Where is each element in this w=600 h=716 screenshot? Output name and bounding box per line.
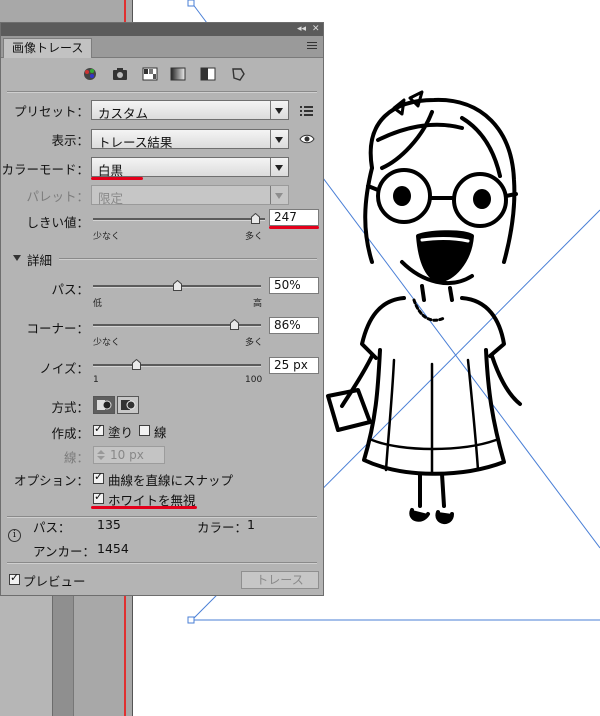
noise-label: ノイズ： (39, 361, 89, 376)
stroke-width-label: 線： (63, 450, 89, 465)
abutting-icon (97, 400, 112, 410)
paths-low-label: 低 (93, 299, 103, 309)
girl-drawing (326, 90, 522, 524)
stat-paths-value: 135 (97, 517, 121, 532)
slider-thumb[interactable] (132, 359, 141, 370)
stat-anchors-value: 1454 (97, 541, 129, 556)
threshold-slider[interactable] (93, 213, 265, 225)
annotation-underline (91, 177, 143, 180)
disclosure-triangle-icon[interactable] (13, 255, 21, 261)
overlapping-icon (121, 400, 136, 410)
corners-input[interactable]: 86% (269, 317, 319, 334)
stepper-arrows-icon[interactable] (96, 449, 106, 461)
divider (7, 562, 317, 564)
slider-thumb[interactable] (230, 319, 239, 330)
stat-colors-label: カラー： (197, 520, 248, 535)
bounding-box-handle (187, 0, 195, 7)
create-label: 作成： (51, 426, 89, 441)
preview-label: プレビュー (23, 574, 86, 589)
camera-icon[interactable] (111, 65, 129, 83)
bounding-box-handle (187, 616, 195, 624)
palette-value: 限定 (98, 191, 124, 206)
panel-menu-icon[interactable] (307, 40, 317, 50)
stroke-width-value: 10 px (110, 448, 144, 462)
outline-icon[interactable] (229, 65, 247, 83)
divider (7, 91, 317, 93)
corners-slider[interactable] (93, 319, 261, 331)
options-label: オプション： (13, 473, 89, 488)
paths-input[interactable]: 50% (269, 277, 319, 294)
tab-image-trace[interactable]: 画像トレース (3, 38, 93, 58)
stroke-width-stepper[interactable]: 10 px (93, 446, 165, 464)
view-dropdown[interactable]: トレース結果 (91, 129, 289, 150)
grayscale-icon[interactable] (169, 65, 187, 83)
trace-button[interactable]: トレース (241, 571, 319, 589)
workspace-strip (0, 596, 52, 716)
paths-slider[interactable] (93, 280, 261, 292)
vertical-scrollbar[interactable] (52, 596, 74, 716)
eye-icon[interactable] (299, 133, 315, 145)
method-label: 方式： (51, 400, 89, 415)
preset-list-icon[interactable] (300, 105, 314, 117)
palette-label: パレット： (26, 189, 89, 204)
collapse-panel-button[interactable]: ◂◂ (297, 23, 306, 36)
noise-slider[interactable] (93, 359, 261, 371)
threshold-input[interactable]: 247 (269, 209, 319, 226)
slider-thumb[interactable] (173, 280, 182, 291)
threshold-low-label: 少なく (93, 232, 121, 242)
corners-label: コーナー： (26, 321, 89, 336)
six-colors-icon[interactable] (141, 65, 159, 83)
stat-paths-label: パス： (33, 520, 71, 535)
paths-high-label: 高 (253, 299, 263, 309)
divider (59, 258, 317, 260)
image-trace-panel: ◂◂ ✕ 画像トレース プリセット： カスタム 表示： トレース結果 カラーモー… (0, 22, 324, 596)
panel-title-bar[interactable]: ◂◂ ✕ (1, 23, 323, 36)
chevron-down-icon (270, 186, 288, 204)
corners-low-label: 少なく (93, 338, 121, 348)
threshold-label: しきい値： (26, 215, 89, 230)
strokes-label: 線 (154, 425, 167, 440)
view-label: 表示： (51, 133, 89, 148)
paths-label: パス： (51, 282, 89, 297)
preset-value: カスタム (98, 106, 149, 121)
view-value: トレース結果 (98, 135, 173, 150)
slider-track (93, 364, 261, 367)
slider-thumb[interactable] (251, 213, 260, 224)
ignore-white-checkbox[interactable] (93, 490, 104, 504)
info-icon: i (8, 529, 21, 542)
preset-dropdown[interactable]: カスタム (91, 100, 289, 121)
fills-label: 塗り (108, 425, 134, 440)
close-panel-button[interactable]: ✕ (312, 23, 320, 36)
strokes-checkbox[interactable] (139, 425, 150, 436)
stat-anchors-label: アンカー： (33, 544, 96, 559)
snap-curves-checkbox[interactable] (93, 470, 104, 484)
preview-checkbox[interactable] (9, 571, 20, 585)
color-mode-label: カラーモード： (1, 162, 89, 177)
noise-input[interactable]: 25 px (269, 357, 319, 374)
annotation-underline (91, 506, 197, 509)
corners-high-label: 多く (245, 338, 264, 348)
overlapping-method-button[interactable] (117, 396, 139, 414)
chevron-down-icon (270, 101, 288, 119)
fills-checkbox[interactable] (93, 422, 104, 436)
abutting-method-button[interactable] (93, 396, 115, 414)
advanced-section-label[interactable]: 詳細 (27, 250, 52, 269)
slider-track (93, 218, 265, 221)
noise-max-label: 100 (245, 375, 263, 385)
preset-label: プリセット： (13, 104, 89, 119)
chevron-down-icon (270, 130, 288, 148)
threshold-high-label: 多く (245, 232, 264, 242)
annotation-underline (269, 226, 319, 229)
noise-min-label: 1 (93, 375, 99, 385)
color-mode-dropdown[interactable]: 白黒 (91, 157, 289, 178)
panel-tab-row: 画像トレース (1, 36, 323, 58)
chevron-down-icon (270, 158, 288, 176)
auto-color-icon[interactable] (81, 65, 99, 83)
palette-dropdown[interactable]: 限定 (91, 185, 289, 206)
stat-colors-value: 1 (247, 517, 255, 532)
snap-curves-label: 曲線を直線にスナップ (108, 473, 234, 488)
black-and-white-icon[interactable] (199, 65, 217, 83)
